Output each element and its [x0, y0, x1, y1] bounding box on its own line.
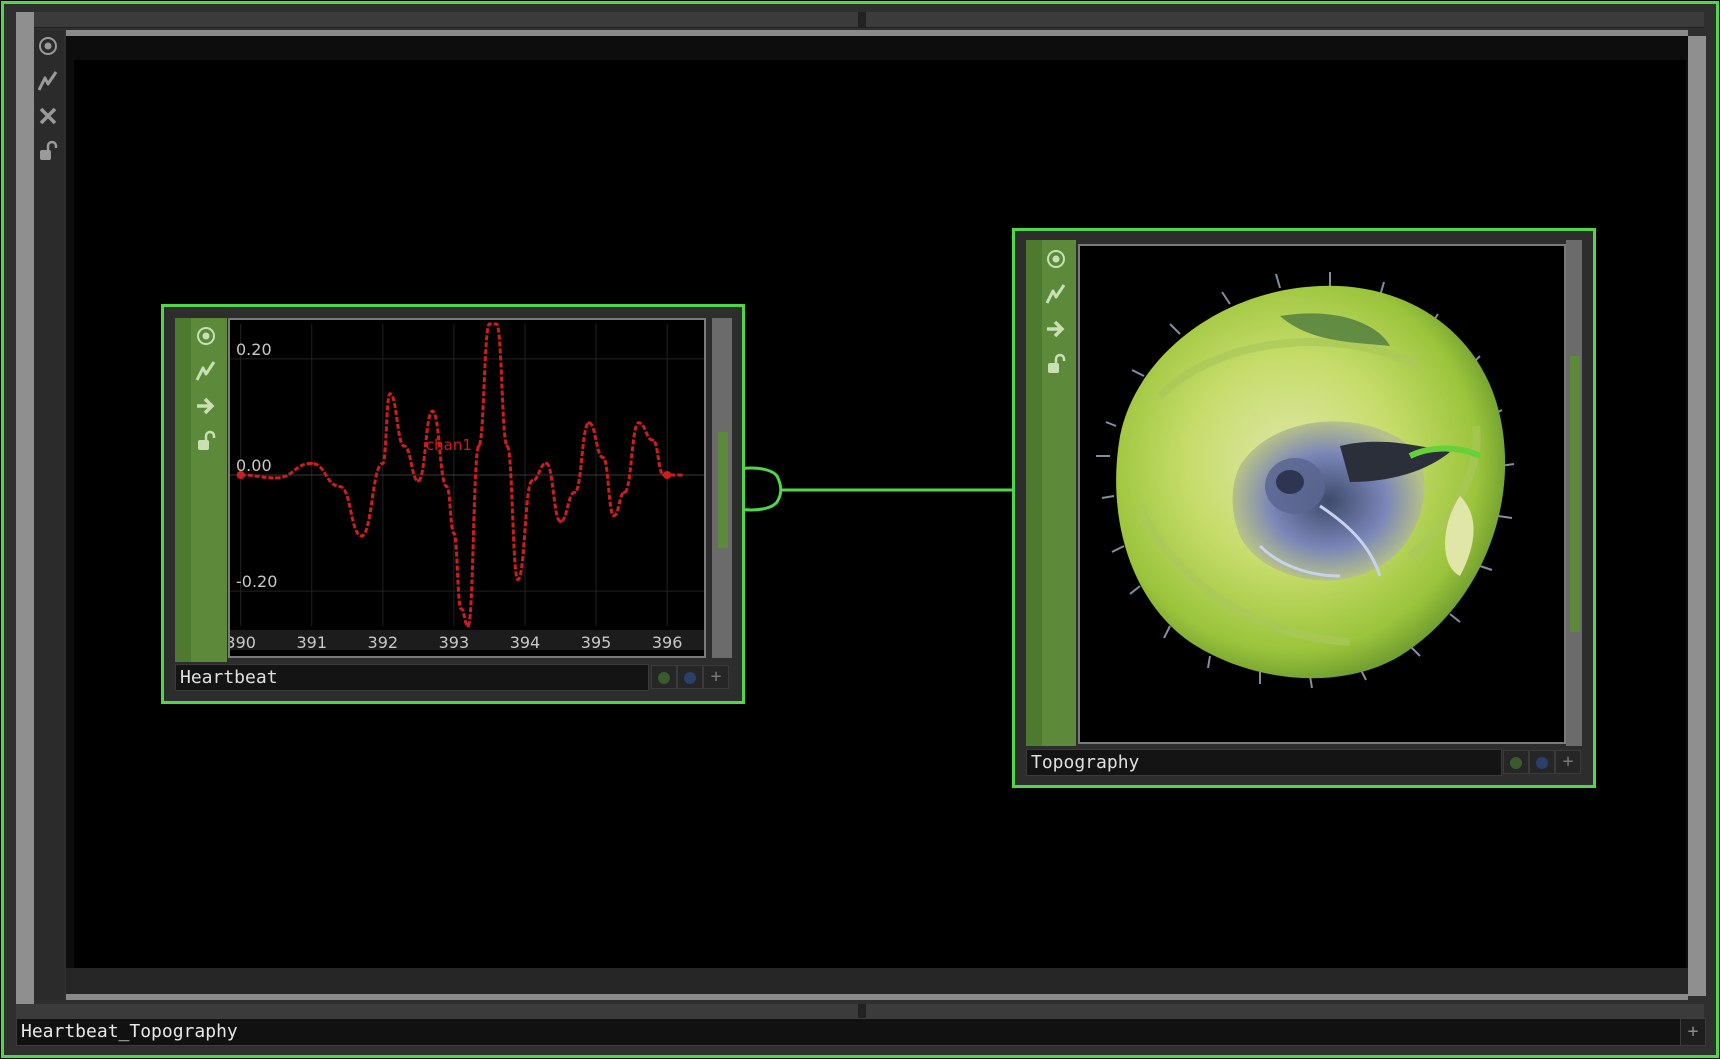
- data-point: [359, 534, 363, 538]
- heartbeat-chart-viewer[interactable]: 0.20 0.00 -0.20 390 391 392 393 394 395 396 chan1: [225, 318, 706, 658]
- topography-render-image: [1096, 272, 1515, 689]
- data-point: [487, 322, 491, 326]
- data-point: [679, 473, 683, 477]
- lock-icon[interactable]: [193, 428, 219, 454]
- data-point: [310, 461, 314, 465]
- x-tick-label: 393: [439, 633, 470, 652]
- viewer-icon[interactable]: [1043, 246, 1069, 272]
- data-point: [338, 485, 342, 489]
- heartbeat-scroll-thumb[interactable]: [718, 432, 728, 548]
- data-point: [622, 490, 626, 494]
- data-point: [587, 421, 591, 425]
- series-start-point: [236, 471, 245, 479]
- x-tick-label: 394: [510, 633, 541, 652]
- series-label: chan1: [426, 436, 472, 454]
- data-point: [477, 444, 481, 448]
- series-end-point: [663, 471, 672, 479]
- data-point: [495, 322, 499, 326]
- heartbeat-chart: 0.200.00-0.20390 391 392 393 394 395 396chan1: [225, 322, 704, 652]
- data-point: [530, 479, 534, 483]
- data-point: [505, 444, 509, 448]
- topography-node-name[interactable]: Topography: [1026, 749, 1502, 776]
- heartbeat-node-strip-edge: [175, 318, 191, 662]
- data-point: [573, 490, 577, 494]
- data-point: [601, 456, 605, 460]
- data-point: [274, 476, 278, 480]
- data-point: [651, 438, 655, 442]
- data-point: [388, 392, 392, 396]
- y-tick-label: 0.20: [236, 340, 272, 359]
- data-point: [466, 624, 470, 628]
- x-tick-label: 392: [368, 633, 399, 652]
- heartbeat-node-name[interactable]: Heartbeat: [175, 664, 649, 691]
- data-point: [431, 409, 435, 413]
- x-tick-label: 390: [230, 633, 256, 652]
- bypass-icon[interactable]: [193, 358, 219, 384]
- y-tick-label: -0.20: [236, 572, 277, 591]
- add-flag-button[interactable]: +: [703, 665, 729, 689]
- display-flag[interactable]: [1503, 750, 1529, 774]
- x-tick-label: 395: [581, 633, 612, 652]
- data-point: [452, 531, 456, 535]
- topography-render-viewer[interactable]: [1078, 244, 1566, 744]
- data-point: [559, 519, 563, 523]
- data-point: [402, 444, 406, 448]
- x-tick-label: 391: [296, 633, 327, 652]
- x-tick-label: 396: [652, 633, 683, 652]
- data-point: [416, 479, 420, 483]
- lock-icon[interactable]: [1043, 351, 1069, 377]
- topography-scroll-thumb[interactable]: [1570, 356, 1580, 632]
- bypass-icon[interactable]: [1043, 281, 1069, 307]
- data-point: [381, 461, 385, 465]
- render-flag[interactable]: [677, 665, 703, 689]
- data-point: [637, 421, 641, 425]
- data-point: [612, 514, 616, 518]
- export-icon[interactable]: [193, 393, 219, 419]
- export-icon[interactable]: [1043, 316, 1069, 342]
- topography-node-strip-edge: [1026, 240, 1042, 746]
- data-point: [516, 578, 520, 582]
- data-point: [459, 607, 463, 611]
- data-point: [445, 485, 449, 489]
- viewer-icon[interactable]: [193, 323, 219, 349]
- data-point: [544, 461, 548, 465]
- render-flag[interactable]: [1529, 750, 1555, 774]
- display-flag[interactable]: [651, 665, 677, 689]
- add-flag-button[interactable]: +: [1555, 750, 1581, 774]
